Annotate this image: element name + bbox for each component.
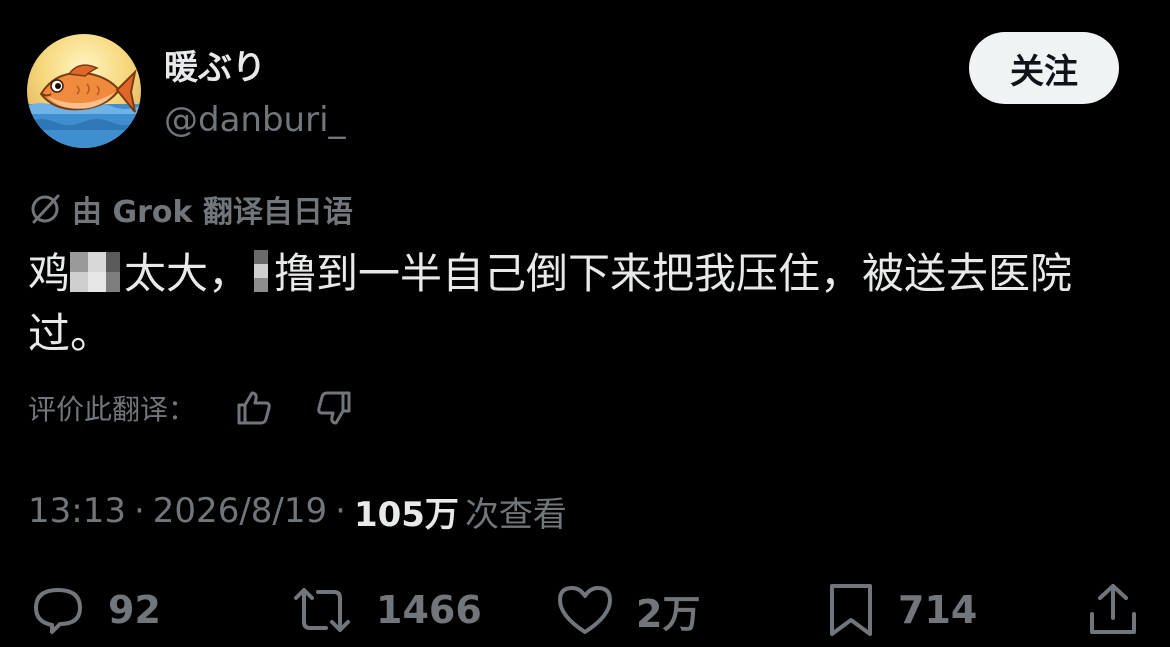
avatar[interactable]	[27, 34, 141, 148]
translation-source-text: 由 Grok 翻译自日语	[72, 195, 353, 230]
bookmark-button[interactable]: 714	[824, 578, 977, 642]
display-name[interactable]: 暖ぶり	[164, 46, 266, 90]
tweet-text-part-2: 太大，	[124, 249, 251, 298]
views-label: 次查看	[464, 494, 567, 535]
tweet-meta: 13:13 · 2026/8/19 · 105万 次查看	[28, 487, 567, 535]
tweet-text-part-1: 鸡	[28, 249, 71, 298]
repost-icon	[288, 580, 356, 640]
share-button[interactable]	[1084, 578, 1142, 642]
follow-button[interactable]: 关注	[969, 32, 1119, 104]
separator-dot: ·	[335, 491, 346, 531]
reply-button[interactable]: 92	[28, 578, 161, 642]
user-handle[interactable]: @danburi_	[164, 98, 346, 142]
tweet-text: 鸡太大， 撸到一半自己倒下来把我压住，被送去医院过。	[28, 244, 1138, 364]
like-count: 2万	[636, 591, 701, 636]
heart-icon	[554, 580, 616, 640]
fish-avatar-image	[27, 34, 141, 148]
thumbs-up-icon[interactable]	[234, 388, 274, 428]
censor-mosaic	[250, 248, 274, 294]
reply-count: 92	[108, 588, 161, 632]
censor-mosaic	[70, 250, 124, 294]
bookmark-icon	[824, 580, 878, 640]
no-translate-icon	[28, 192, 62, 226]
repost-count: 1466	[376, 588, 482, 632]
separator-dot: ·	[133, 491, 145, 531]
views-count[interactable]: 105万	[354, 487, 459, 536]
tweet-date[interactable]: 2026/8/19	[153, 491, 327, 531]
bookmark-count: 714	[898, 588, 978, 632]
like-button[interactable]: 2万	[554, 578, 700, 642]
repost-button[interactable]: 1466	[288, 578, 482, 642]
rate-translation-label: 评价此翻译：	[28, 393, 197, 426]
translation-source-label[interactable]: 由 Grok 翻译自日语	[28, 189, 353, 230]
tweet-time[interactable]: 13:13	[28, 491, 126, 531]
thumbs-down-icon[interactable]	[314, 388, 354, 428]
action-bar: 92 1466 2万 714	[0, 578, 1170, 642]
rate-translation-row: 评价此翻译：	[28, 386, 354, 430]
reply-icon	[28, 580, 88, 640]
share-icon	[1084, 580, 1142, 640]
